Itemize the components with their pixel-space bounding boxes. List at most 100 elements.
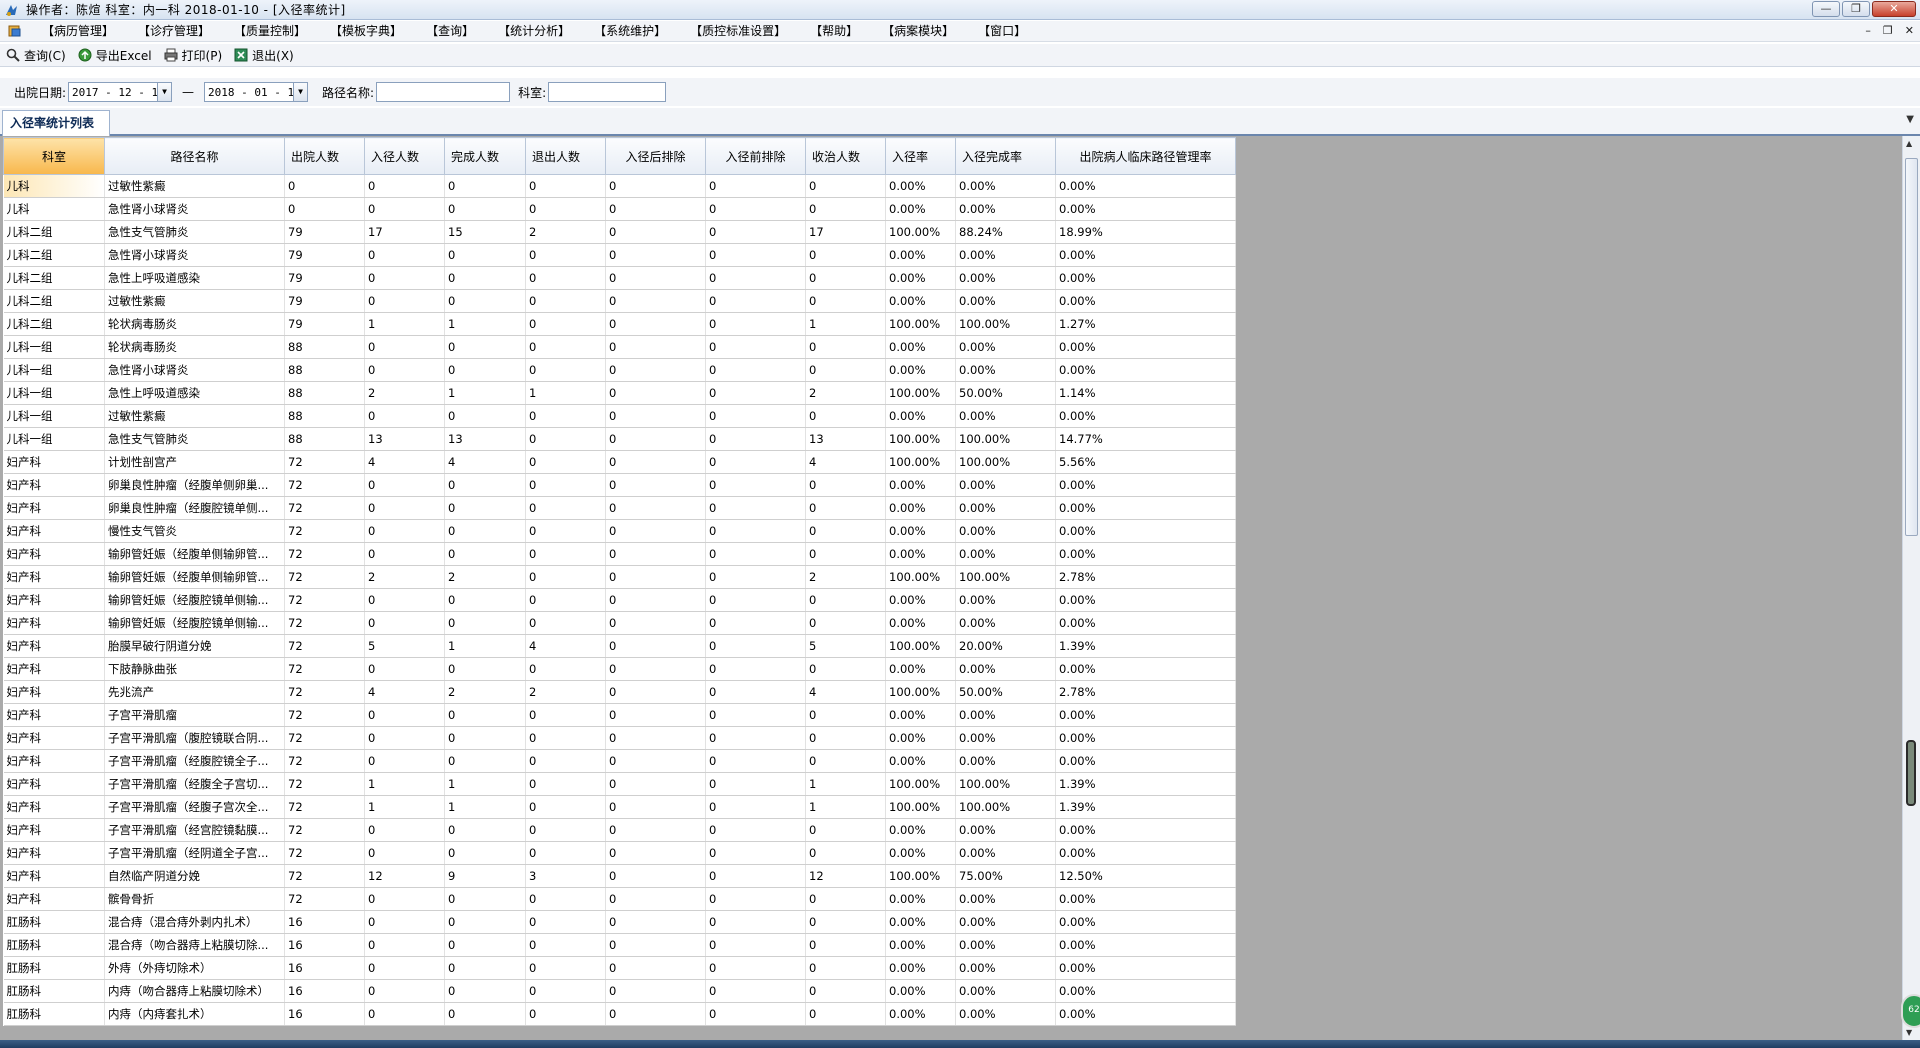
mdi-minimize-button[interactable]: –: [1865, 24, 1871, 37]
table-cell[interactable]: 0: [705, 404, 806, 428]
table-row[interactable]: 妇产科 下肢静脉曲张 72 0 0 0 0 0 0 0.00% 0.00% 0.00%: [3, 657, 1236, 681]
table-row[interactable]: 妇产科 子宫平滑肌瘤（经宫腔镜黏膜... 72 0 0 0 0 0 0 0.00% 0.00% 0.0…: [3, 818, 1236, 842]
table-cell[interactable]: 0: [605, 243, 706, 267]
table-cell[interactable]: 0: [705, 795, 806, 819]
table-cell[interactable]: 1.27%: [1055, 312, 1236, 336]
table-cell[interactable]: 妇产科: [3, 703, 105, 727]
table-cell[interactable]: 72: [284, 864, 365, 888]
table-cell[interactable]: 0: [525, 726, 606, 750]
table-cell[interactable]: 0: [605, 933, 706, 957]
table-cell[interactable]: 88: [284, 427, 365, 451]
table-cell[interactable]: 100.00%: [955, 565, 1056, 589]
table-cell[interactable]: 0: [525, 197, 606, 221]
column-header-entry-rate[interactable]: 入径率: [885, 137, 956, 175]
table-row[interactable]: 妇产科 输卵管妊娠（经腹腔镜单侧输... 72 0 0 0 0 0 0 0.00% 0.00% 0.0…: [3, 611, 1236, 635]
table-row[interactable]: 妇产科 自然临产阴道分娩 72 12 9 3 0 0 12 100.00% 75.00% 12.50%: [3, 864, 1236, 888]
table-cell[interactable]: 0.00%: [885, 818, 956, 842]
table-cell[interactable]: 妇产科: [3, 496, 105, 520]
table-cell[interactable]: 4: [805, 450, 886, 474]
table-row[interactable]: 妇产科 卵巢良性肿瘤（经腹腔镜单侧... 72 0 0 0 0 0 0 0.00% 0.00% 0.0…: [3, 496, 1236, 520]
table-cell[interactable]: 0: [705, 220, 806, 244]
table-cell[interactable]: 外痔（外痔切除术）: [104, 956, 285, 980]
table-row[interactable]: 儿科二组 轮状病毒肠炎 79 1 1 0 0 0 1 100.00% 100.00% 1.27%: [3, 312, 1236, 336]
table-cell[interactable]: 0: [605, 542, 706, 566]
table-cell[interactable]: 0: [705, 312, 806, 336]
table-cell[interactable]: 2: [805, 381, 886, 405]
table-cell[interactable]: 0: [705, 864, 806, 888]
table-cell[interactable]: 儿科一组: [3, 358, 105, 382]
column-header-management-rate[interactable]: 出院病人临床路径管理率: [1055, 137, 1236, 175]
table-cell[interactable]: 0.00%: [885, 542, 956, 566]
table-cell[interactable]: 0: [705, 243, 806, 267]
table-cell[interactable]: 0.00%: [885, 933, 956, 957]
table-cell[interactable]: 子宫平滑肌瘤（经腹腔镜全子...: [104, 749, 285, 773]
table-cell[interactable]: 100.00%: [885, 312, 956, 336]
table-cell[interactable]: 100.00%: [885, 565, 956, 589]
table-cell[interactable]: 0: [605, 519, 706, 543]
table-cell[interactable]: 0: [605, 956, 706, 980]
table-cell[interactable]: 1: [525, 381, 606, 405]
table-cell[interactable]: 妇产科: [3, 680, 105, 704]
mdi-restore-button[interactable]: ❐: [1883, 24, 1893, 37]
table-cell[interactable]: 0: [705, 657, 806, 681]
table-row[interactable]: 妇产科 慢性支气管炎 72 0 0 0 0 0 0 0.00% 0.00% 0.00%: [3, 519, 1236, 543]
table-cell[interactable]: 72: [284, 519, 365, 543]
menu-template-dictionary[interactable]: 【模板字典】: [318, 21, 414, 41]
table-cell[interactable]: 0: [364, 358, 445, 382]
table-cell[interactable]: 72: [284, 588, 365, 612]
table-row[interactable]: 儿科一组 轮状病毒肠炎 88 0 0 0 0 0 0 0.00% 0.00% 0.00%: [3, 335, 1236, 359]
table-cell[interactable]: 0.00%: [885, 657, 956, 681]
table-cell[interactable]: 0: [444, 404, 526, 428]
table-cell[interactable]: 0: [525, 795, 606, 819]
table-cell[interactable]: 0: [805, 588, 886, 612]
table-cell[interactable]: 0: [444, 473, 526, 497]
table-cell[interactable]: 0: [444, 289, 526, 313]
table-cell[interactable]: 1.39%: [1055, 795, 1236, 819]
table-cell[interactable]: 输卵管妊娠（经腹单侧输卵管...: [104, 565, 285, 589]
table-cell[interactable]: 0: [525, 335, 606, 359]
table-cell[interactable]: 1.39%: [1055, 772, 1236, 796]
table-cell[interactable]: 0: [525, 910, 606, 934]
table-cell[interactable]: 0: [805, 933, 886, 957]
table-cell[interactable]: 17: [364, 220, 445, 244]
table-cell[interactable]: 急性支气管肺炎: [104, 220, 285, 244]
menu-query[interactable]: 【查询】: [414, 21, 486, 41]
table-cell[interactable]: 2: [525, 220, 606, 244]
table-cell[interactable]: 0: [805, 726, 886, 750]
table-row[interactable]: 儿科一组 急性支气管肺炎 88 13 13 0 0 0 13 100.00% 100.00% 14.7…: [3, 427, 1236, 451]
table-cell[interactable]: 肛肠科: [3, 910, 105, 934]
table-cell[interactable]: 0: [805, 358, 886, 382]
table-cell[interactable]: 0.00%: [955, 335, 1056, 359]
table-cell[interactable]: 0: [705, 496, 806, 520]
close-button[interactable]: ✕: [1872, 1, 1916, 17]
table-cell[interactable]: 0.00%: [885, 404, 956, 428]
table-cell[interactable]: 16: [284, 910, 365, 934]
table-cell[interactable]: 1.39%: [1055, 634, 1236, 658]
table-cell[interactable]: 0: [444, 611, 526, 635]
table-cell[interactable]: 0.00%: [1055, 289, 1236, 313]
table-cell[interactable]: 0: [605, 174, 706, 198]
table-cell[interactable]: 0.00%: [1055, 611, 1236, 635]
table-row[interactable]: 妇产科 输卵管妊娠（经腹单侧输卵管... 72 0 0 0 0 0 0 0.00% 0.00% 0.0…: [3, 542, 1236, 566]
table-row[interactable]: 妇产科 子宫平滑肌瘤（经阴道全子宫... 72 0 0 0 0 0 0 0.00% 0.00% 0.0…: [3, 841, 1236, 865]
table-cell[interactable]: 0: [805, 818, 886, 842]
table-cell[interactable]: 0: [444, 197, 526, 221]
table-cell[interactable]: 0: [444, 657, 526, 681]
scroll-up-arrow-icon[interactable]: ▲: [1906, 139, 1912, 148]
table-cell[interactable]: 急性肾小球肾炎: [104, 197, 285, 221]
table-cell[interactable]: 髌骨骨折: [104, 887, 285, 911]
table-cell[interactable]: 100.00%: [885, 450, 956, 474]
table-cell[interactable]: 0.00%: [1055, 979, 1236, 1003]
table-cell[interactable]: 0: [444, 266, 526, 290]
table-cell[interactable]: 0: [605, 220, 706, 244]
table-cell[interactable]: 0: [525, 427, 606, 451]
column-header-completed[interactable]: 完成人数: [444, 137, 526, 175]
table-cell[interactable]: 0: [605, 772, 706, 796]
table-cell[interactable]: 0: [805, 703, 886, 727]
table-cell[interactable]: 混合痔（吻合器痔上粘膜切除...: [104, 933, 285, 957]
table-cell[interactable]: 妇产科: [3, 841, 105, 865]
table-cell[interactable]: 0: [444, 335, 526, 359]
table-cell[interactable]: 16: [284, 956, 365, 980]
table-cell[interactable]: 0: [525, 933, 606, 957]
table-cell[interactable]: 内痔（吻合器痔上粘膜切除术）: [104, 979, 285, 1003]
